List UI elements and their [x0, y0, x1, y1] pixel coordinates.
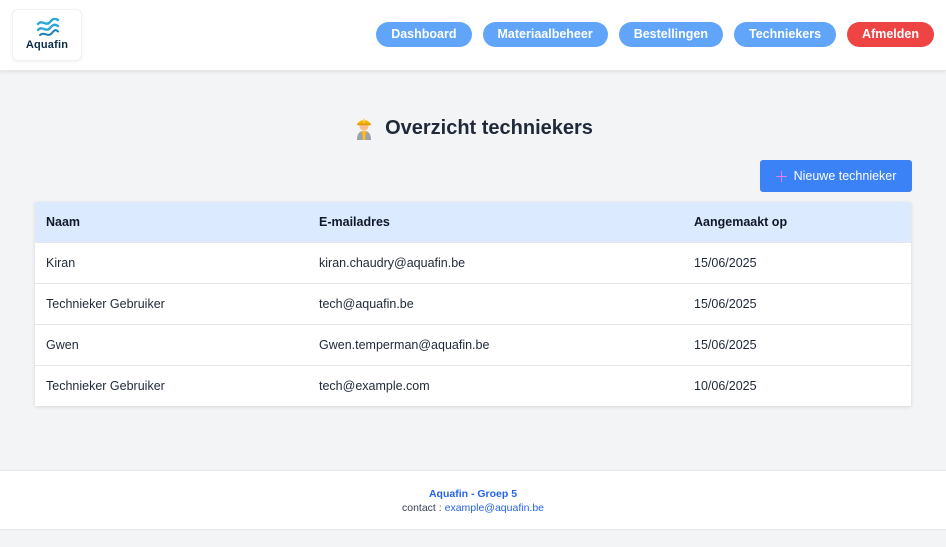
cell-email: Gwen.temperman@aquafin.be	[308, 323, 683, 365]
cell-name: Technieker Gebruiker	[35, 282, 308, 324]
construction-worker-icon	[353, 116, 375, 140]
cell-created: 15/06/2025	[683, 241, 911, 283]
new-technician-button[interactable]: Nieuwe technieker	[760, 160, 912, 192]
cell-created: 15/06/2025	[683, 323, 911, 365]
plus-icon	[775, 170, 787, 182]
footer-contact-label: contact :	[401, 502, 442, 514]
cell-name: Kiran	[35, 241, 308, 283]
aquafin-waves-icon	[36, 18, 60, 36]
table-row[interactable]: Kiran kiran.chaudry@aquafin.be 15/06/202…	[35, 241, 911, 283]
main-nav: Dashboard Materiaalbeheer Bestellingen T…	[376, 22, 934, 47]
page-title: Overzicht techniekers	[0, 116, 946, 140]
footer-contact-email-link[interactable]: example@aquafin.be	[445, 502, 544, 514]
top-header: Aquafin Dashboard Materiaalbeheer Bestel…	[0, 0, 946, 71]
table-row[interactable]: Technieker Gebruiker tech@example.com 10…	[35, 364, 911, 406]
column-header-created[interactable]: Aangemaakt op	[683, 202, 911, 242]
cell-name: Technieker Gebruiker	[35, 364, 308, 406]
column-header-name[interactable]: Naam	[35, 202, 308, 242]
cell-email: tech@example.com	[308, 364, 683, 406]
footer-title: Aquafin - Groep 5	[428, 488, 518, 500]
cell-name: Gwen	[35, 323, 308, 365]
table-header-row: Naam E-mailadres Aangemaakt op	[35, 202, 911, 242]
logout-button[interactable]: Afmelden	[847, 22, 934, 47]
page-title-text: Overzicht techniekers	[385, 116, 593, 139]
nav-bestellingen-button[interactable]: Bestellingen	[618, 22, 724, 47]
column-header-email[interactable]: E-mailadres	[308, 202, 683, 242]
table-row[interactable]: Technieker Gebruiker tech@aquafin.be 15/…	[35, 282, 911, 324]
page-footer: Aquafin - Groep 5 contact : example@aqua…	[0, 470, 946, 530]
nav-materiaalbeheer-button[interactable]: Materiaalbeheer	[482, 22, 608, 47]
footer-contact: contact : example@aquafin.be	[0, 502, 946, 514]
table-row[interactable]: Gwen Gwen.temperman@aquafin.be 15/06/202…	[35, 323, 911, 365]
new-technician-label: Nieuwe technieker	[793, 169, 897, 183]
cell-created: 15/06/2025	[683, 282, 911, 324]
technicians-table: Naam E-mailadres Aangemaakt op Kiran kir…	[35, 202, 911, 406]
brand-logo[interactable]: Aquafin	[12, 9, 82, 61]
cell-created: 10/06/2025	[683, 364, 911, 406]
nav-dashboard-button[interactable]: Dashboard	[376, 22, 472, 47]
cell-email: kiran.chaudry@aquafin.be	[308, 241, 683, 283]
nav-techniekers-button[interactable]: Techniekers	[734, 22, 837, 47]
brand-name: Aquafin	[25, 39, 69, 51]
cell-email: tech@aquafin.be	[308, 282, 683, 324]
